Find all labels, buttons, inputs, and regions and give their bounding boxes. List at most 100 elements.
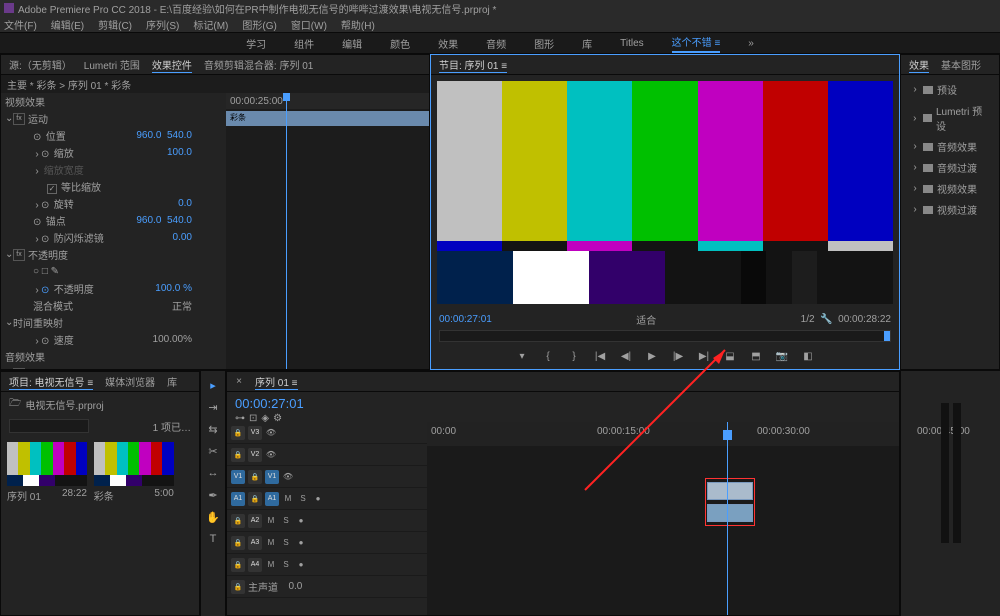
program-scrubber[interactable] [439, 330, 891, 342]
ec-tab-effect-controls[interactable]: 效果控件 [152, 57, 192, 73]
ripple-edit-tool-icon[interactable]: ⇆ [205, 421, 221, 437]
ws-custom-active[interactable]: 这个不错 ≡ [672, 34, 721, 53]
menu-window[interactable]: 窗口(W) [291, 17, 327, 32]
fx-badge[interactable]: fx [13, 249, 25, 261]
ws-titles[interactable]: Titles [620, 38, 644, 49]
anchor-y[interactable]: 540.0 [167, 215, 192, 226]
stopwatch-icon[interactable]: ⊙ [33, 132, 43, 143]
program-monitor[interactable] [437, 81, 893, 304]
program-zoom[interactable]: 1/2 [801, 314, 815, 325]
eff-audio-trans[interactable]: ›音频过渡 [905, 157, 995, 178]
timeline-tracks[interactable]: 00:00 00:00:15:00 00:00:30:00 00:00:45:0… [427, 422, 899, 615]
extract-icon[interactable]: ⬒ [749, 349, 763, 363]
scale-value[interactable]: 100.0 [167, 147, 192, 158]
antiflicker-value[interactable]: 0.00 [173, 232, 192, 243]
fx-badge[interactable]: fx [13, 113, 25, 125]
stopwatch-icon[interactable]: ⊙ [41, 234, 51, 245]
step-forward-icon[interactable]: |▶ [671, 349, 685, 363]
eff-video-effects[interactable]: ›视频效果 [905, 178, 995, 199]
track-select-tool-icon[interactable]: ⇥ [205, 399, 221, 415]
ws-libraries[interactable]: 库 [582, 36, 592, 51]
project-search-input[interactable] [9, 419, 89, 433]
bin-icon[interactable]: 🗁 [9, 396, 21, 413]
ws-graphics[interactable]: 图形 [534, 36, 554, 51]
a1-target[interactable]: A1 [265, 492, 279, 506]
ws-color[interactable]: 颜色 [390, 36, 410, 51]
slip-tool-icon[interactable]: ↔ [205, 465, 221, 481]
mic-icon[interactable]: ● [295, 515, 307, 527]
timeline-clip-audio[interactable] [707, 504, 753, 522]
essential-graphics-tab[interactable]: 基本图形 [941, 57, 981, 72]
program-fit-dropdown[interactable]: 适合 [636, 312, 656, 327]
anchor-x[interactable]: 960.0 [136, 215, 161, 226]
eff-presets[interactable]: ›预设 [905, 79, 995, 100]
razor-tool-icon[interactable]: ✂ [205, 443, 221, 459]
master-value[interactable]: 0.0 [288, 581, 302, 592]
volume-label[interactable]: 音量 [28, 366, 48, 369]
ws-learn[interactable]: 学习 [246, 36, 266, 51]
timeline-timecode[interactable]: 00:00:27:01 [235, 396, 891, 411]
mic-icon[interactable]: ● [295, 559, 307, 571]
track-lock-icon[interactable]: 🔒 [231, 558, 245, 572]
opacity-label[interactable]: 不透明度 [28, 247, 68, 262]
ws-audio[interactable]: 音频 [486, 36, 506, 51]
eff-lumetri[interactable]: ›Lumetri 预设 [905, 100, 995, 136]
fx-badge[interactable]: fx [13, 368, 25, 370]
ws-effects[interactable]: 效果 [438, 36, 458, 51]
a4-target[interactable]: A4 [248, 558, 262, 572]
play-icon[interactable]: ▶ [645, 349, 659, 363]
uniform-scale-checkbox[interactable]: ✓ [47, 184, 57, 194]
go-to-out-icon[interactable]: ▶| [697, 349, 711, 363]
time-remap-label[interactable]: 时间重映射 [13, 315, 63, 330]
position-x[interactable]: 960.0 [136, 130, 161, 141]
ec-tab-lumetri[interactable]: Lumetri 范围 [84, 57, 140, 72]
ec-timeline[interactable]: 00:00:25:00 彩条 [226, 93, 429, 369]
speed-value[interactable]: 100.00% [153, 334, 192, 345]
position-y[interactable]: 540.0 [167, 130, 192, 141]
type-tool-icon[interactable]: T [205, 531, 221, 547]
stopwatch-icon[interactable]: ⊙ [41, 336, 51, 347]
stopwatch-icon[interactable]: ⊙ [41, 149, 51, 160]
go-to-in-icon[interactable]: |◀ [593, 349, 607, 363]
v1-source[interactable]: V1 [231, 470, 245, 484]
track-lock-icon[interactable]: 🔒 [231, 448, 245, 462]
track-lock-icon[interactable]: 🔒 [231, 580, 245, 594]
add-marker-icon[interactable]: ▾ [515, 349, 529, 363]
blend-mode-value[interactable]: 正常 [172, 298, 192, 313]
track-lock-icon[interactable]: 🔒 [231, 514, 245, 528]
v1-target[interactable]: V1 [265, 470, 279, 484]
a2-target[interactable]: A2 [248, 514, 262, 528]
track-lock-icon[interactable]: 🔒 [248, 492, 262, 506]
export-frame-icon[interactable]: 📷 [775, 349, 789, 363]
ec-playhead[interactable] [286, 93, 287, 369]
menu-file[interactable]: 文件(F) [4, 17, 37, 32]
timeline-clip-video[interactable] [707, 482, 753, 500]
eff-video-trans[interactable]: ›视频过渡 [905, 199, 995, 220]
step-back-icon[interactable]: ◀| [619, 349, 633, 363]
lift-icon[interactable]: ⬓ [723, 349, 737, 363]
opacity-value[interactable]: 100.0 % [155, 283, 192, 294]
mark-out-icon[interactable]: } [567, 349, 581, 363]
media-browser-tab[interactable]: 媒体浏览器 [105, 374, 155, 389]
menu-clip[interactable]: 剪辑(C) [98, 17, 132, 32]
menu-sequence[interactable]: 序列(S) [146, 17, 179, 32]
program-tc-left[interactable]: 00:00:27:01 [439, 314, 492, 325]
timeline-playhead[interactable] [727, 422, 728, 615]
hand-tool-icon[interactable]: ✋ [205, 509, 221, 525]
v2-target[interactable]: V2 [248, 448, 262, 462]
program-tab[interactable]: 节目: 序列 01 ≡ [439, 57, 507, 73]
v3-target[interactable]: V3 [248, 426, 262, 440]
mark-in-icon[interactable]: { [541, 349, 555, 363]
libraries-tab[interactable]: 库 [167, 374, 177, 389]
comparison-icon[interactable]: ◧ [801, 349, 815, 363]
ec-tab-audio-mixer[interactable]: 音频剪辑混合器: 序列 01 [204, 57, 313, 72]
project-tab[interactable]: 项目: 电视无信号 ≡ [9, 374, 93, 390]
mic-icon[interactable]: ● [295, 537, 307, 549]
track-output-icon[interactable]: 👁 [282, 471, 294, 483]
project-clip-bars[interactable]: 彩条5:00 [94, 442, 174, 505]
a1-source[interactable]: A1 [231, 492, 245, 506]
menu-edit[interactable]: 编辑(E) [51, 17, 84, 32]
timeline-tab[interactable]: 序列 01 ≡ [255, 374, 298, 390]
pen-tool-icon[interactable]: ✒ [205, 487, 221, 503]
track-output-icon[interactable]: 👁 [265, 427, 277, 439]
